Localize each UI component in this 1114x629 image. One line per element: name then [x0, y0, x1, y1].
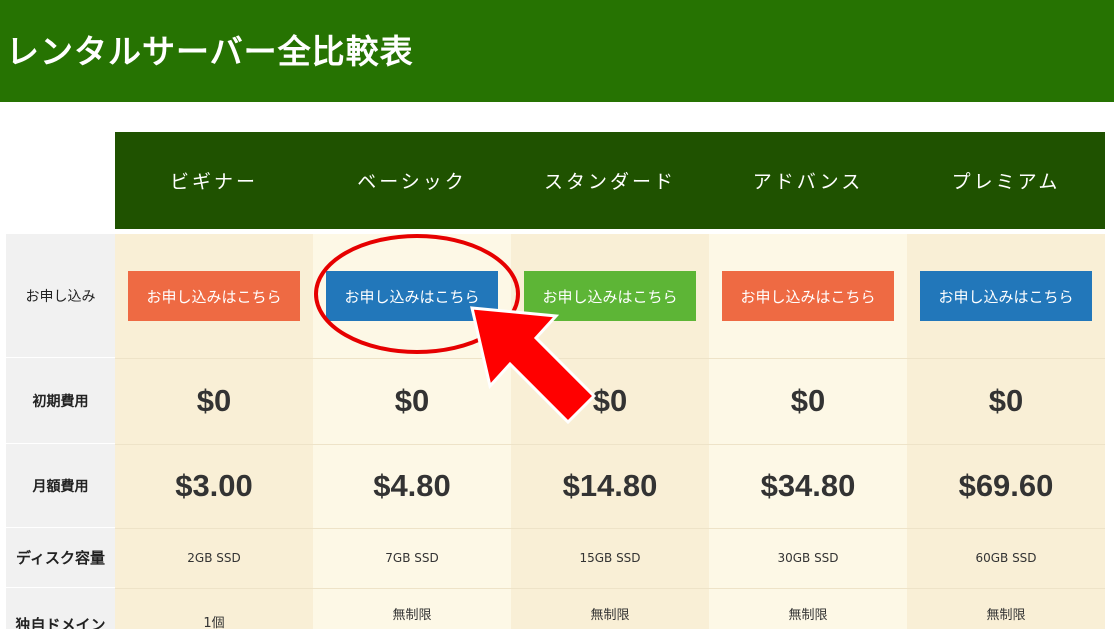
domain-beginner: 1個 — [203, 616, 225, 629]
disk-advance: 30GB SSD — [777, 551, 839, 565]
apply-button-standard[interactable]: お申し込みはこちら — [524, 271, 696, 321]
initial-fee-premium: $0 — [988, 383, 1024, 418]
domain-basic: 無制限 — [392, 608, 432, 623]
monthly-fee-advance: $34.80 — [760, 468, 856, 503]
apply-button-basic[interactable]: お申し込みはこちら — [326, 271, 498, 321]
domain-premium: 無制限 — [986, 608, 1026, 623]
disk-beginner: 2GB SSD — [187, 551, 241, 565]
domain-advance: 無制限 — [788, 608, 828, 623]
apply-button-premium[interactable]: お申し込みはこちら — [920, 271, 1092, 321]
apply-cell: お申し込みはこちら — [511, 270, 709, 322]
plan-name-standard: スタンダード — [543, 171, 676, 193]
disk-premium: 60GB SSD — [975, 551, 1037, 565]
row-label-initial-fee: 初期費用 — [6, 358, 115, 444]
apply-button-advance[interactable]: お申し込みはこちら — [722, 271, 894, 321]
monthly-fee-basic: $4.80 — [373, 468, 451, 503]
monthly-fee-beginner: $3.00 — [175, 468, 253, 503]
disk-standard: 15GB SSD — [579, 551, 641, 565]
initial-fee-beginner: $0 — [196, 383, 232, 418]
initial-fee-basic: $0 — [394, 383, 430, 418]
row-label-own-domain: 独自ドメイン — [6, 588, 115, 629]
row-label-disk-capacity: ディスク容量 — [6, 528, 115, 588]
row-divider — [115, 588, 1105, 589]
apply-cell: お申し込みはこちら — [709, 270, 907, 322]
monthly-fee-premium: $69.60 — [958, 468, 1054, 503]
row-label-monthly-fee: 月額費用 — [6, 444, 115, 528]
plan-name-premium: プレミアム — [951, 171, 1061, 193]
plan-name-beginner: ビギナー — [169, 171, 258, 193]
apply-cell: お申し込みはこちら — [313, 270, 511, 322]
page-title: レンタルサーバー全比較表 — [6, 32, 414, 71]
apply-cell: お申し込みはこちら — [115, 270, 313, 322]
monthly-fee-standard: $14.80 — [562, 468, 658, 503]
apply-button-beginner[interactable]: お申し込みはこちら — [128, 271, 300, 321]
plan-name-advance: アドバンス — [752, 171, 864, 193]
page-header: レンタルサーバー全比較表 — [0, 0, 1114, 102]
plan-header-row: ビギナー ベーシック スタンダード アドバンス プレミアム — [115, 132, 1105, 229]
initial-fee-advance: $0 — [790, 383, 826, 418]
disk-basic: 7GB SSD — [385, 551, 439, 565]
row-label-apply: お申し込み — [6, 234, 115, 358]
plan-name-basic: ベーシック — [357, 171, 467, 193]
domain-standard: 無制限 — [590, 608, 630, 623]
initial-fee-standard: $0 — [592, 383, 628, 418]
apply-cell: お申し込みはこちら — [907, 270, 1105, 322]
